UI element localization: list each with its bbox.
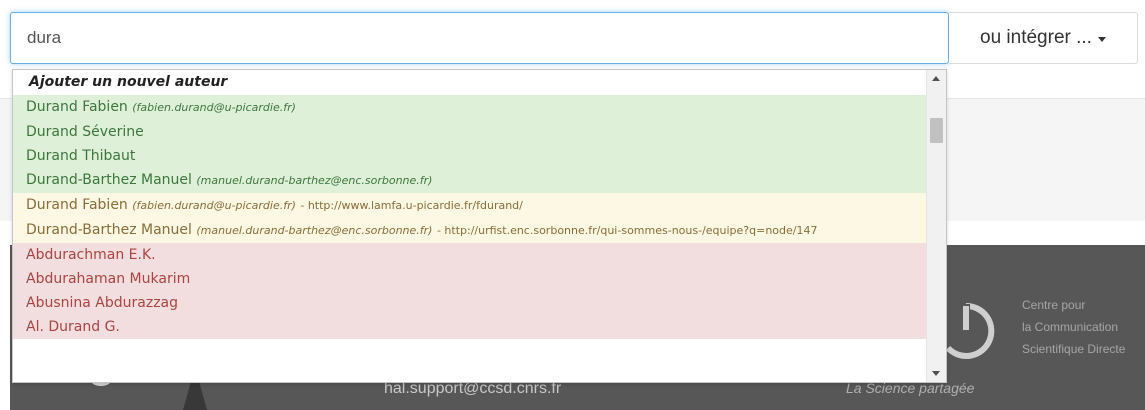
author-name: Al. Durand G. xyxy=(26,319,120,335)
author-option[interactable]: Abusnina Abdurazzag xyxy=(13,291,927,315)
author-url: - http://urfist.enc.sorbonne.fr/qui-somm… xyxy=(436,224,818,237)
author-name: Durand Fabien xyxy=(26,99,128,115)
author-name: Abusnina Abdurazzag xyxy=(26,295,179,311)
scroll-down-arrow-icon[interactable] xyxy=(932,371,940,376)
author-option[interactable]: Al. Durand G. xyxy=(13,315,927,339)
author-email: (manuel.durand-barthez@enc.sorbonne.fr) xyxy=(196,174,433,187)
green-section: Durand Fabien (fabien.durand@u-picardie.… xyxy=(13,95,927,193)
autocomplete-dropdown: Ajouter un nouvel auteur Durand Fabien (… xyxy=(12,69,947,383)
author-name: Durand Fabien xyxy=(26,197,128,213)
ccsd-line-3: Scientifique Directe xyxy=(1022,342,1126,356)
author-url: - http://www.lamfa.u-picardie.fr/fdurand… xyxy=(300,199,523,212)
author-option[interactable]: Durand Fabien (fabien.durand@u-picardie.… xyxy=(13,95,927,120)
author-name: Durand Thibaut xyxy=(26,148,136,164)
search-input[interactable] xyxy=(10,12,949,64)
author-option[interactable]: Durand Séverine xyxy=(13,120,927,144)
yellow-section: Durand Fabien (fabien.durand@u-picardie.… xyxy=(13,193,927,243)
add-new-author-option[interactable]: Ajouter un nouvel auteur xyxy=(13,70,927,95)
author-name: Durand-Barthez Manuel xyxy=(26,222,192,238)
dropdown-scrollbar[interactable] xyxy=(926,70,946,382)
integrate-dropdown-button[interactable]: ou intégrer ... xyxy=(949,12,1138,64)
scroll-thumb[interactable] xyxy=(930,118,943,143)
red-section: Abdurachman E.K. Abdurahaman Mukarim Abu… xyxy=(13,243,927,339)
ccsd-line-2: la Communication xyxy=(1022,320,1119,334)
author-email: (fabien.durand@u-picardie.fr) xyxy=(132,101,296,114)
scroll-up-arrow-icon[interactable] xyxy=(932,76,940,81)
ccsd-text: Centre pour la Communication Scientifiqu… xyxy=(1022,294,1125,360)
author-name: Durand Séverine xyxy=(26,124,144,140)
integrate-button-label: ou intégrer ... xyxy=(980,27,1092,48)
caret-down-icon xyxy=(1097,37,1106,42)
author-option[interactable]: Abdurachman E.K. xyxy=(13,243,927,267)
author-email: (manuel.durand-barthez@enc.sorbonne.fr) xyxy=(196,224,433,237)
author-option[interactable]: Abdurahaman Mukarim xyxy=(13,267,927,291)
author-option[interactable]: Durand-Barthez Manuel (manuel.durand-bar… xyxy=(13,168,927,193)
ccsd-line-1: Centre pour xyxy=(1022,298,1086,312)
author-option[interactable]: Durand Thibaut xyxy=(13,144,927,168)
author-option[interactable]: Durand-Barthez Manuel (manuel.durand-bar… xyxy=(13,218,927,243)
author-name: Abdurahaman Mukarim xyxy=(26,271,191,287)
author-name: Abdurachman E.K. xyxy=(26,247,156,263)
author-email: (fabien.durand@u-picardie.fr) xyxy=(132,199,296,212)
autocomplete-list: Ajouter un nouvel auteur Durand Fabien (… xyxy=(13,70,927,339)
author-name: Durand-Barthez Manuel xyxy=(26,172,192,188)
author-option[interactable]: Durand Fabien (fabien.durand@u-picardie.… xyxy=(13,193,927,218)
